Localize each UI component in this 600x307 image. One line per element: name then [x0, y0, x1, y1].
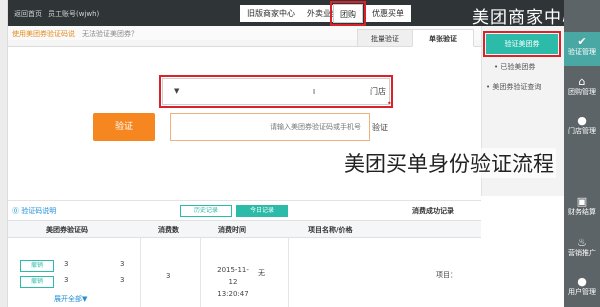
col-header-code: 美团券验证码 — [46, 226, 88, 234]
user-icon: ● — [577, 275, 587, 288]
sidebar-item-users[interactable]: ● 用户管理 — [564, 276, 600, 297]
gift-icon: ▣ — [576, 195, 588, 208]
divider — [8, 200, 481, 201]
undo-button[interactable]: 撤销 — [20, 276, 54, 288]
submenu-item-verified[interactable]: • 已验美团券 — [494, 62, 535, 72]
sidebar-item-finance[interactable]: ▣ 财务结算 — [564, 196, 600, 217]
account-link[interactable]: 员工账号(wjwh) — [48, 9, 99, 19]
row-count: 3 — [166, 272, 171, 280]
sidebar-item-label: 验证管理 — [568, 48, 596, 56]
user-icon: ● — [577, 114, 587, 127]
sidebar-item-marketing[interactable]: ♨ 营销推广 — [564, 237, 600, 258]
col-header-time: 消费时间 — [218, 226, 246, 234]
store-label: 门店 — [370, 87, 386, 96]
row-time: 2015-11-12 13:20:47 — [217, 266, 249, 298]
submenu-item-label: 已验美团券 — [500, 63, 536, 71]
coupon-code-input[interactable] — [170, 113, 370, 141]
fire-icon: ♨ — [577, 236, 587, 249]
sidebar-item-store[interactable]: ● 门店管理 — [564, 115, 600, 136]
tab-today-records[interactable]: 今日记录 — [236, 205, 288, 217]
col-header-count: 消费数 — [158, 226, 179, 234]
col-header-name: 项目名称/价格 — [308, 226, 353, 234]
row-code: 3 — [120, 260, 125, 268]
back-home-link[interactable]: 返回首页 — [14, 9, 42, 19]
cannot-verify-link[interactable]: 无法验证美团券？ — [82, 29, 138, 39]
tab-single-verify[interactable]: 单张验证 — [412, 29, 474, 47]
sidebar-item-verify[interactable]: ✔ 验证管理 — [564, 32, 600, 66]
submenu-item-query[interactable]: • 美团券验证查询 — [486, 82, 541, 92]
records-table: 项目名称/价格 消费时间 消费数 美团券验证码 项目： 无 2015-11-12… — [8, 220, 564, 307]
store-icon: ⌂ — [578, 75, 586, 88]
expand-all-link[interactable]: 展开全部▼ — [54, 294, 87, 304]
row-code: 3 — [120, 276, 125, 284]
group-buy-button[interactable]: 团购 — [330, 1, 366, 26]
table-header: 项目名称/价格 消费时间 消费数 美团券验证码 — [8, 220, 481, 238]
records-title: 消费成功记录 — [412, 207, 454, 215]
column-divider — [288, 238, 289, 307]
code-explain-link[interactable]: ⓪ 验证码说明 — [12, 206, 56, 216]
tab-bulk-verify[interactable]: 批量验证 — [357, 29, 413, 47]
column-divider — [140, 238, 141, 307]
row-code-status: 3 — [64, 260, 69, 268]
discount-pay-button[interactable]: 优惠买单 — [365, 5, 411, 22]
column-divider — [200, 238, 201, 307]
window-edge — [0, 0, 8, 307]
check-icon: ✔ — [577, 35, 587, 48]
row-store: 无 — [258, 269, 265, 277]
sidebar-item-label: 用户管理 — [568, 288, 596, 296]
required-marker: • — [387, 99, 392, 108]
row-name: 项目： — [436, 271, 457, 279]
row-code-status: 3 — [64, 276, 69, 284]
sidebar-item-label: 营销推广 — [568, 249, 596, 257]
sidebar-item-label: 门店管理 — [568, 127, 596, 135]
undo-button[interactable]: 撤销 — [20, 260, 54, 272]
sidebar-item-label: 财务结算 — [568, 208, 596, 216]
main-sidebar: ✔ 验证管理 ⌂ 团购管理 ● 门店管理 ▣ 财务结算 ♨ 营销推广 ● 用户管… — [564, 0, 600, 307]
chevron-down-icon[interactable]: ▼ — [174, 87, 179, 95]
code-help-link[interactable]: 使用美团券验证码说 — [12, 29, 75, 39]
submenu-item-label: 美团券验证查询 — [492, 83, 542, 91]
sidebar-item-groupbuy[interactable]: ⌂ 团购管理 — [564, 76, 600, 97]
sidebar-item-label: 团购管理 — [568, 88, 596, 96]
tab-history-records[interactable]: 历史记录 — [180, 205, 232, 217]
store-select[interactable] — [159, 75, 393, 108]
verify-button[interactable]: 验证 — [93, 113, 155, 141]
submenu-item-verify-coupon[interactable]: 验证美团券 — [483, 31, 561, 57]
legacy-center-button[interactable]: 旧版商家中心 — [240, 5, 302, 22]
overlay-caption: 美团买单身份验证流程 — [342, 148, 556, 178]
code-label: 验证 — [372, 123, 388, 132]
store-select-value: I — [313, 88, 316, 96]
